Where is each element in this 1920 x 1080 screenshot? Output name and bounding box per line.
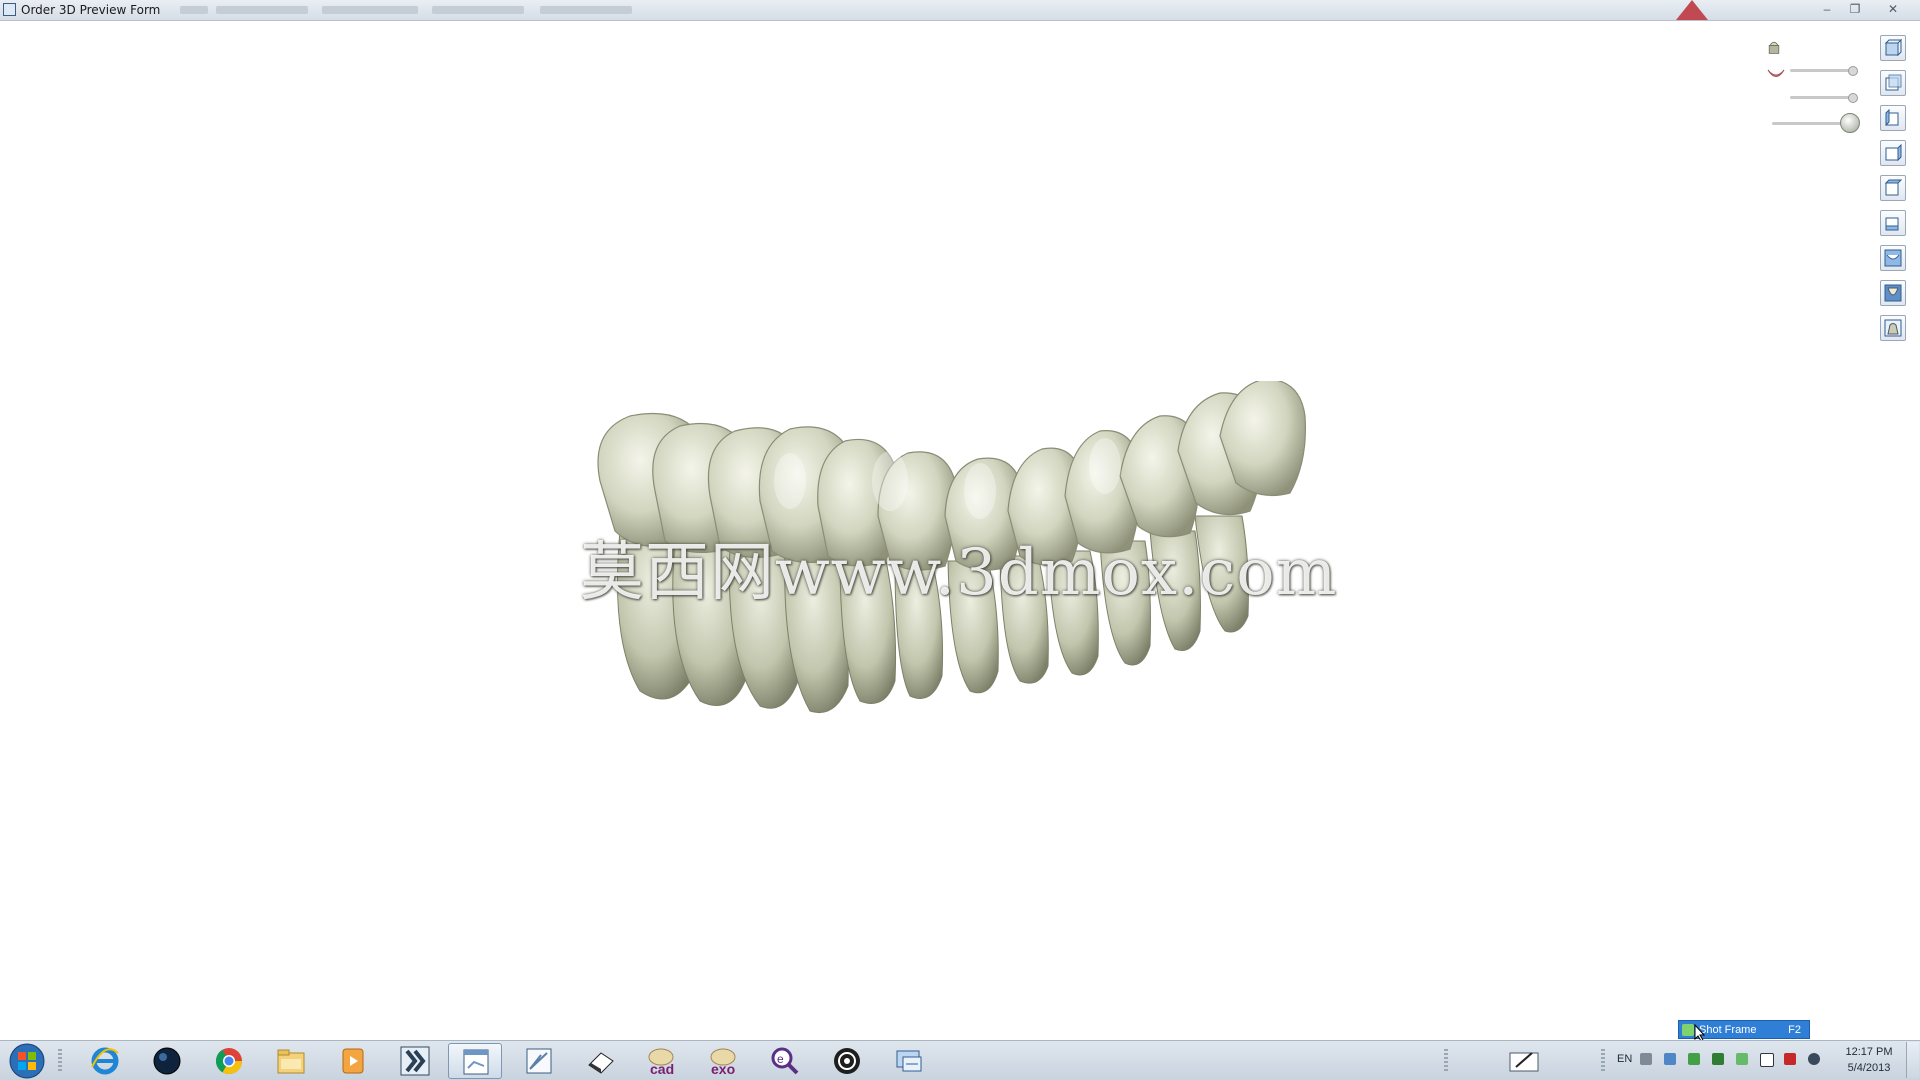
3d-viewport[interactable]: 莫西网www.3dmox.com: [0, 21, 1920, 1040]
title-marker-icon: [1676, 0, 1708, 20]
notification-label: Shot Frame: [1699, 1024, 1757, 1036]
tray-grip-2[interactable]: [1601, 1049, 1605, 1073]
eraser-app-icon: [588, 1052, 614, 1074]
lower-jaw-icon: [1884, 284, 1902, 302]
volume-icon[interactable]: [1808, 1053, 1820, 1065]
clock-date: 5/4/2013: [1847, 1062, 1891, 1074]
die-slider-track[interactable]: [1790, 69, 1854, 72]
upper-jaw-button[interactable]: [1880, 245, 1906, 271]
taskbar-grip[interactable]: [58, 1049, 62, 1073]
notification-shortcut: F2: [1788, 1024, 1801, 1036]
title-ghost-3: [322, 6, 418, 14]
search-app-icon: e: [771, 1047, 799, 1075]
die-slider-knob[interactable]: [1848, 66, 1858, 76]
title-ghost-5: [540, 6, 632, 14]
title-bar: Order 3D Preview Form – ❐ ✕: [0, 0, 1920, 21]
tray-clock[interactable]: 12:17 PM 5/4/2013: [1834, 1044, 1904, 1076]
file-explorer-icon: [277, 1049, 305, 1074]
clock-time: 12:17 PM: [1845, 1046, 1893, 1058]
media-player-icon: [342, 1048, 364, 1074]
die-icon: [1768, 41, 1780, 54]
front-view-button[interactable]: [1880, 35, 1906, 61]
taskbar-app-dental[interactable]: [388, 1043, 442, 1079]
right-view-icon: [1885, 144, 1902, 162]
keyboard-icon[interactable]: [1640, 1053, 1652, 1065]
taskbar-app-chart-window[interactable]: [512, 1043, 566, 1079]
taskbar-app-search[interactable]: e: [758, 1043, 812, 1079]
taskbar-app-remote[interactable]: [882, 1043, 936, 1079]
front-view-icon: [1884, 39, 1902, 57]
taskbar-app-order-window[interactable]: [448, 1043, 502, 1079]
network-alert-icon[interactable]: [1784, 1053, 1796, 1065]
left-view-icon: [1885, 109, 1899, 127]
watermark-text: 莫西网www.3dmox.com: [580, 536, 1338, 610]
opacity-ball-icon[interactable]: [1840, 113, 1860, 133]
taskbar-app-cad[interactable]: cad: [634, 1043, 688, 1079]
lower-jaw-button[interactable]: [1880, 280, 1906, 306]
title-ghost-1: [180, 6, 208, 14]
title-ghost-2: [216, 6, 308, 14]
gingiva-slider-knob[interactable]: [1848, 93, 1858, 103]
bottom-view-button[interactable]: [1880, 210, 1906, 236]
app-window-icon: [3, 3, 16, 16]
show-desktop-button[interactable]: [1906, 1042, 1919, 1078]
right-view-button[interactable]: [1880, 140, 1906, 166]
taskbar-app-disc[interactable]: [820, 1043, 874, 1079]
tablet-input-icon[interactable]: [1508, 1047, 1540, 1075]
back-view-icon: [1885, 74, 1902, 91]
sync-icon[interactable]: [1736, 1053, 1748, 1065]
dental-app-icon: [400, 1046, 430, 1076]
gingiva-slider-track[interactable]: [1790, 96, 1854, 99]
order-window-icon: [463, 1049, 489, 1075]
bottom-view-icon: [1885, 217, 1899, 231]
battery-icon[interactable]: [1688, 1053, 1700, 1065]
left-view-button[interactable]: [1880, 105, 1906, 131]
cad-app-icon: cad: [648, 1048, 674, 1077]
taskbar-app-explorer[interactable]: [264, 1043, 318, 1079]
gingiva-icon: [1767, 69, 1785, 77]
taskbar-app-media[interactable]: [326, 1043, 380, 1079]
title-ghost-4: [432, 6, 524, 14]
camera-icon: [1682, 1024, 1694, 1036]
exo-app-icon: exo: [710, 1048, 736, 1077]
bite-view-icon: [1884, 319, 1902, 337]
maximize-button[interactable]: ❐: [1843, 1, 1867, 17]
taskbar: cad exo e EN: [0, 1040, 1920, 1080]
chrome-icon: [215, 1048, 243, 1075]
taskbar-app-dark-orb[interactable]: [140, 1043, 194, 1079]
top-view-icon: [1884, 179, 1902, 196]
internet-explorer-icon: [91, 1047, 119, 1075]
top-view-button[interactable]: [1880, 175, 1906, 201]
taskbar-app-chrome[interactable]: [202, 1043, 256, 1079]
tray-grip[interactable]: [1444, 1049, 1448, 1073]
upper-jaw-icon: [1884, 249, 1902, 267]
back-view-button[interactable]: [1880, 70, 1906, 96]
taskbar-app-exo[interactable]: exo: [696, 1043, 750, 1079]
taskbar-app-eraser[interactable]: [574, 1043, 628, 1079]
disc-app-icon: [834, 1048, 860, 1074]
security-icon[interactable]: [1712, 1053, 1724, 1065]
language-indicator[interactable]: EN: [1617, 1053, 1632, 1065]
minimize-button[interactable]: –: [1815, 1, 1839, 17]
window-title: Order 3D Preview Form: [21, 3, 161, 17]
dark-orb-app-icon: [153, 1047, 181, 1075]
chart-window-icon: [526, 1048, 552, 1074]
start-button[interactable]: [5, 1043, 49, 1079]
taskbar-app-ie[interactable]: [78, 1043, 132, 1079]
cad-label: cad: [650, 1061, 674, 1077]
remote-desktop-icon: [896, 1050, 922, 1072]
bite-view-button[interactable]: [1880, 315, 1906, 341]
action-center-flag-icon[interactable]: [1760, 1053, 1774, 1067]
exo-label: exo: [711, 1061, 735, 1077]
svg-text:e: e: [777, 1052, 784, 1066]
close-button[interactable]: ✕: [1881, 1, 1905, 17]
network-icon[interactable]: [1664, 1053, 1676, 1065]
